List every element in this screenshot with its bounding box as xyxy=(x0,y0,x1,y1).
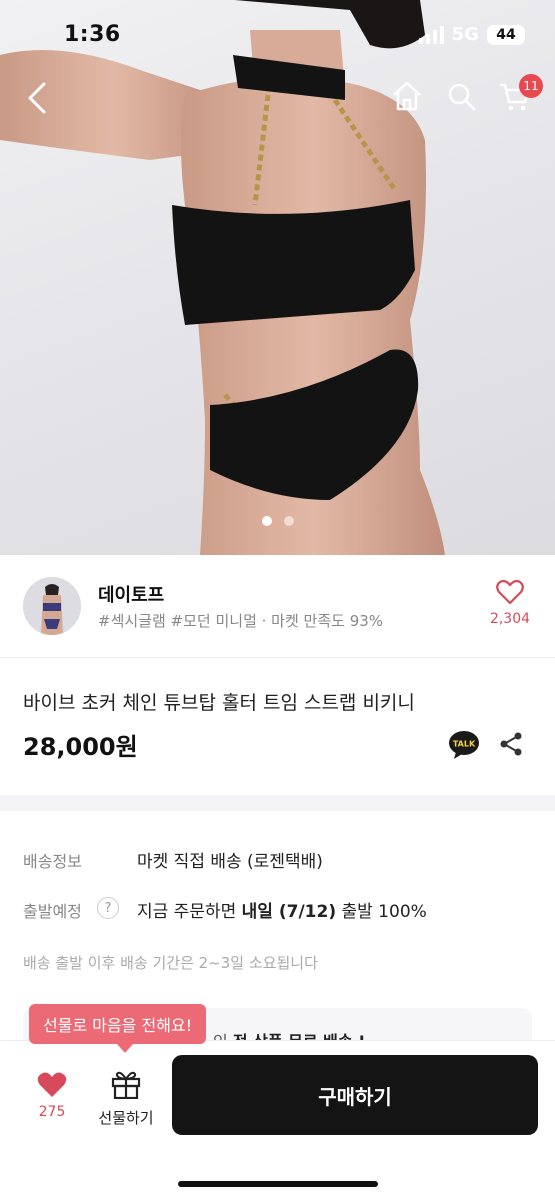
chevron-left-icon xyxy=(28,82,46,114)
product-image-carousel[interactable]: 1:36 5G 44 11 xyxy=(0,0,555,555)
seller-avatar[interactable] xyxy=(23,577,81,635)
gift-label: 선물하기 xyxy=(98,1109,154,1127)
battery-icon: 44 xyxy=(487,24,525,45)
wishlist-button[interactable]: 275 xyxy=(28,1071,76,1120)
question-mark-icon[interactable]: ? xyxy=(97,897,119,919)
bottom-action-bar: 275 선물하기 구매하기 xyxy=(0,1040,555,1200)
talk-chat-icon: TALK xyxy=(449,731,479,759)
seller-name[interactable]: 데이토프 xyxy=(98,581,164,607)
product-price: 28,000원 xyxy=(23,733,138,761)
shipping-note: 배송 출발 이후 배송 기간은 2~3일 소요됩니다 xyxy=(23,954,318,972)
home-indicator xyxy=(178,1181,378,1187)
home-icon xyxy=(393,81,421,111)
search-button[interactable] xyxy=(443,78,479,114)
seller-like-button[interactable]: 2,304 xyxy=(488,579,532,627)
seller-row[interactable]: 데이토프 #섹시글램 #모던 미니멀 · 마켓 만족도 93% 2,304 xyxy=(0,555,555,658)
departure-label: 출발예정 xyxy=(23,902,82,921)
talk-button[interactable]: TALK xyxy=(448,730,480,760)
top-nav-icons: 11 xyxy=(389,74,543,114)
status-indicators: 5G 44 xyxy=(418,24,525,45)
gift-button[interactable]: 선물하기 xyxy=(92,1069,160,1128)
gift-icon xyxy=(111,1071,141,1100)
buy-button[interactable]: 구매하기 xyxy=(172,1055,538,1135)
product-title: 바이브 초커 체인 튜브탑 홀터 트임 스트랩 비키니 xyxy=(23,692,415,714)
carousel-indicator xyxy=(0,516,555,526)
departure-prefix: 지금 주문하면 xyxy=(137,902,242,922)
share-button[interactable] xyxy=(498,731,524,757)
carousel-dot[interactable] xyxy=(283,516,294,526)
signal-icon xyxy=(418,25,444,44)
heart-filled-icon xyxy=(37,1072,67,1097)
share-icon xyxy=(500,732,522,756)
status-time: 1:36 xyxy=(64,22,121,47)
heart-outline-icon xyxy=(496,579,524,605)
delivery-info-label: 배송정보 xyxy=(23,852,82,871)
gift-tooltip: 선물로 마음을 전해요! xyxy=(29,1004,207,1053)
search-icon xyxy=(448,83,476,111)
departure-value: 지금 주문하면 내일 (7/12) 출발 100% xyxy=(137,897,427,922)
talk-label: TALK xyxy=(453,740,476,749)
back-button[interactable] xyxy=(20,78,56,118)
departure-suffix: 출발 100% xyxy=(336,902,427,922)
seller-like-count: 2,304 xyxy=(489,611,531,627)
cart-button[interactable]: 11 xyxy=(497,74,543,114)
status-bar: 1:36 5G 44 xyxy=(0,0,555,70)
seller-tags: #섹시글램 #모던 미니멀 · 마켓 만족도 93% xyxy=(98,612,384,630)
wishlist-count: 275 xyxy=(38,1104,66,1120)
departure-date: 내일 (7/12) xyxy=(241,902,337,922)
network-type: 5G xyxy=(451,24,479,45)
carousel-dot-active[interactable] xyxy=(261,516,272,526)
section-divider xyxy=(0,795,555,811)
delivery-info-value: 마켓 직접 배송 (로젠택배) xyxy=(137,852,323,872)
cart-count-badge: 11 xyxy=(519,74,543,98)
home-button[interactable] xyxy=(389,78,425,114)
avatar-image xyxy=(23,577,81,635)
